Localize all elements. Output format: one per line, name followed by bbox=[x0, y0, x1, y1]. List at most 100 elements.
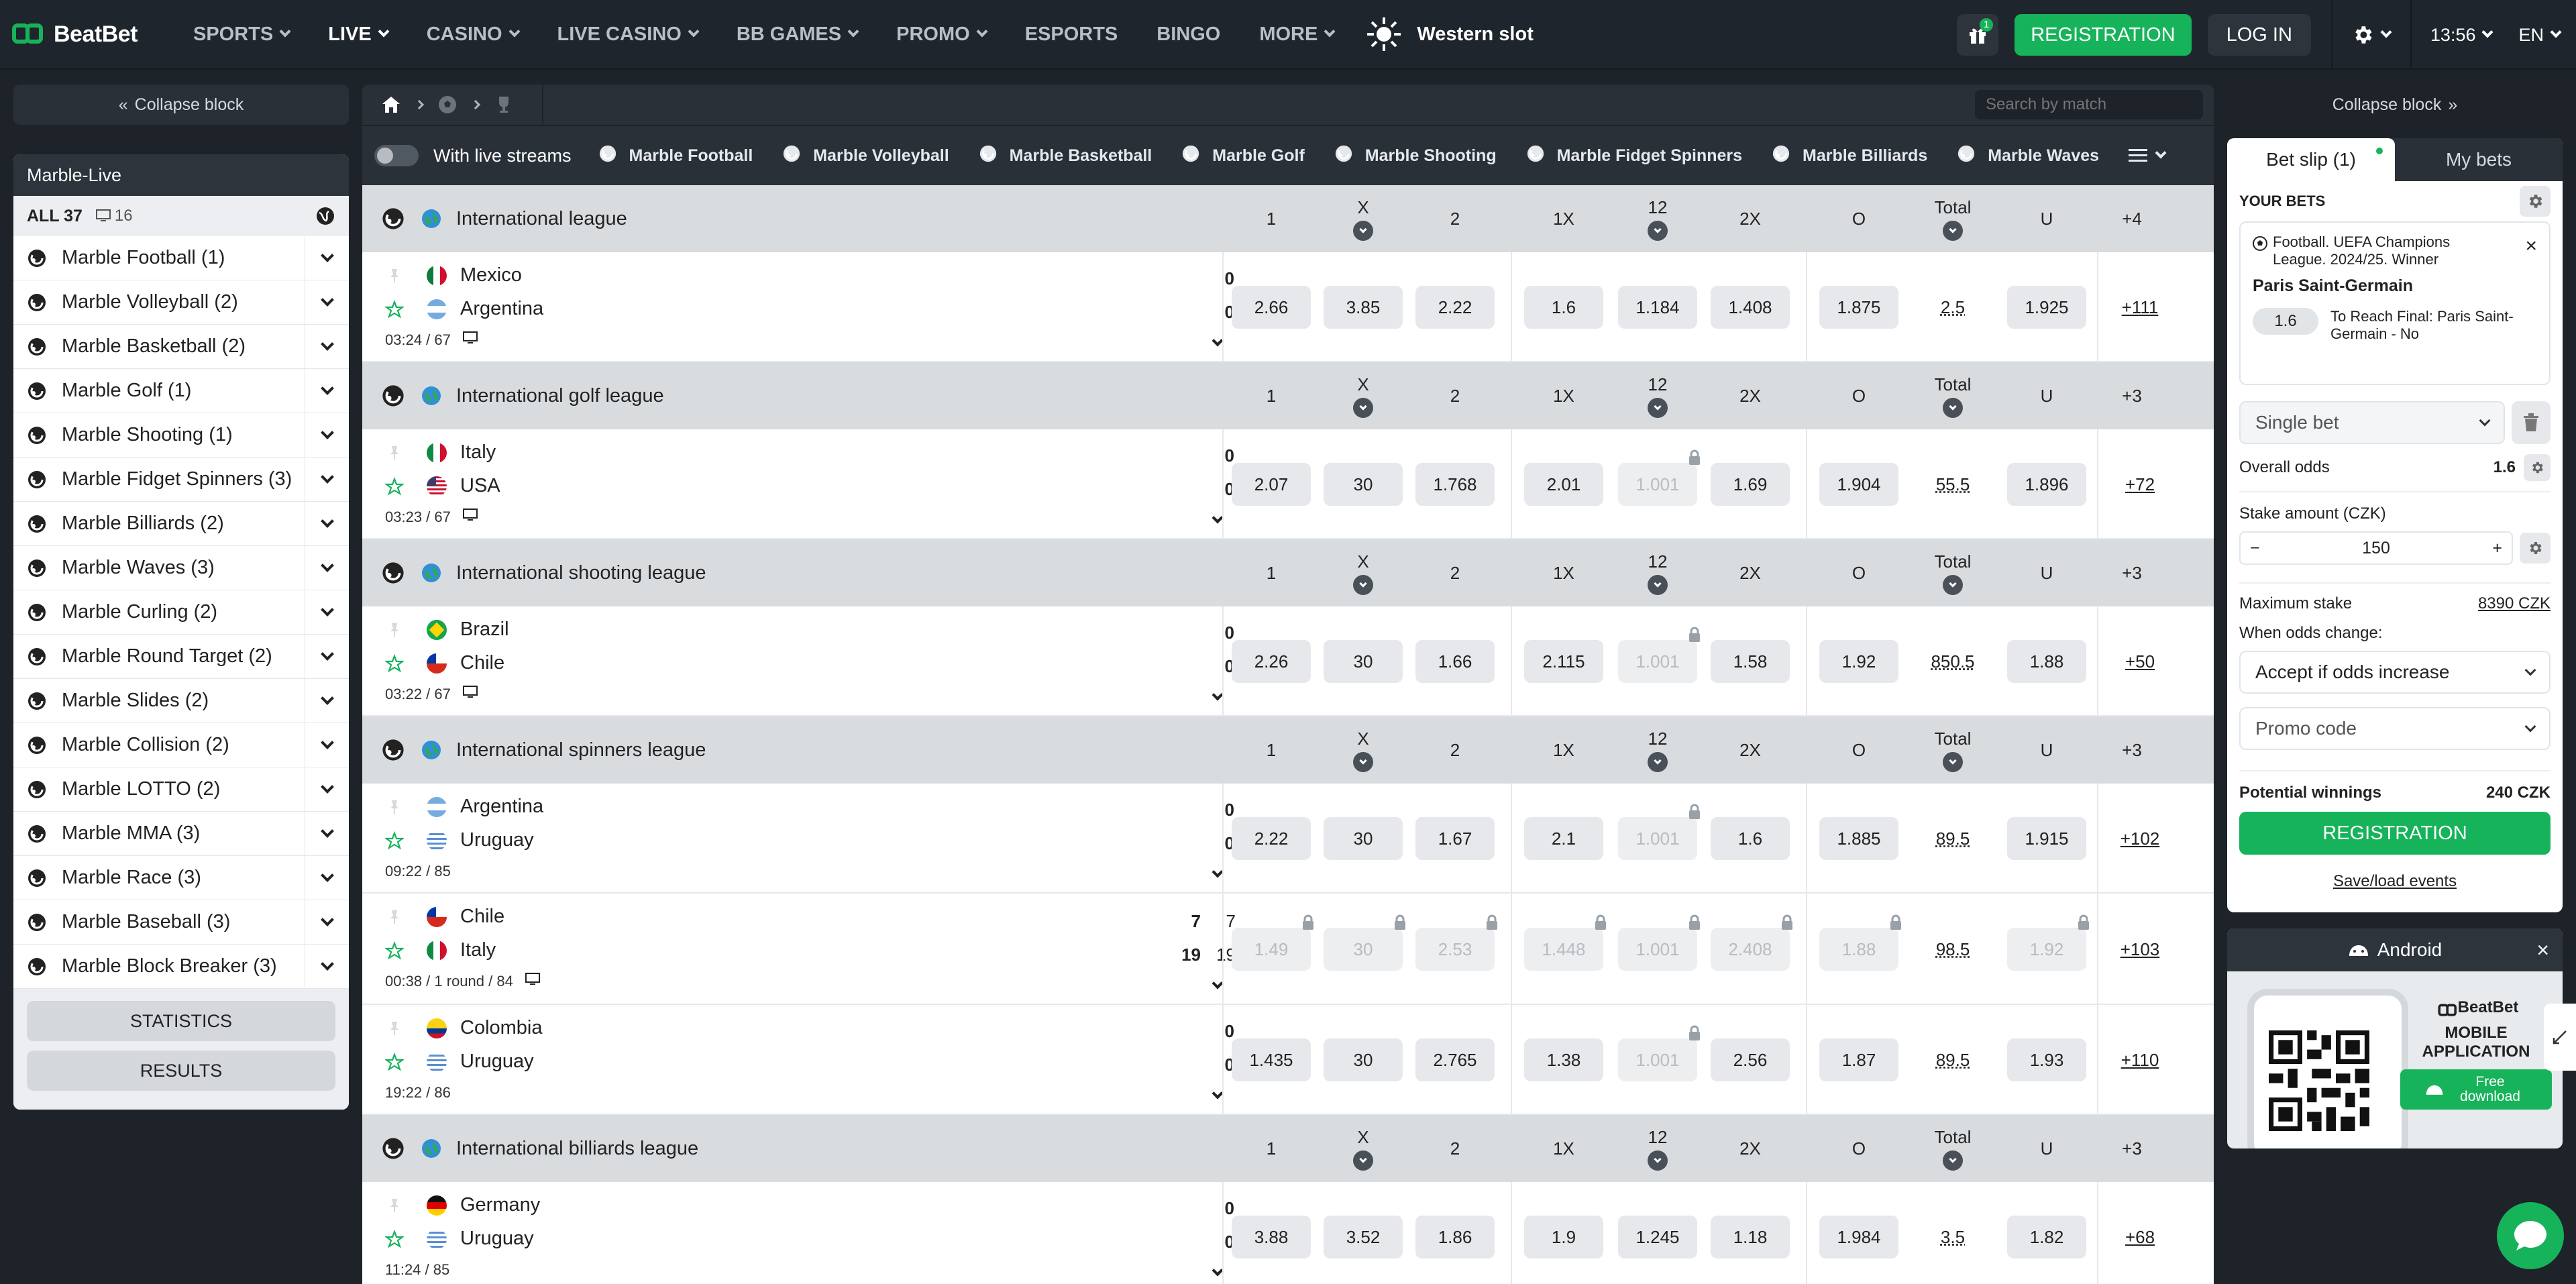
market-column-header[interactable]: 12 bbox=[1618, 539, 1697, 606]
expand-button[interactable] bbox=[305, 767, 349, 812]
sidebar-sport-item[interactable]: Marble Slides (2) bbox=[13, 678, 349, 723]
chevron-down-icon[interactable] bbox=[1353, 751, 1373, 772]
live-stream-icon[interactable] bbox=[462, 509, 478, 526]
odds-button[interactable]: 1.245 bbox=[1618, 1216, 1697, 1259]
expand-button[interactable] bbox=[305, 723, 349, 767]
market-column-header[interactable]: X bbox=[1324, 185, 1403, 252]
pin-icon[interactable] bbox=[385, 443, 404, 462]
expand-button[interactable] bbox=[305, 280, 349, 325]
odds-button[interactable]: 1.18 bbox=[1711, 1216, 1790, 1259]
total-line[interactable]: 89.5 bbox=[1913, 817, 1992, 860]
chevron-down-icon[interactable] bbox=[1943, 751, 1963, 772]
expand-button[interactable] bbox=[305, 900, 349, 945]
market-column-header[interactable]: X bbox=[1324, 539, 1403, 606]
market-column-header[interactable]: 12 bbox=[1618, 1115, 1697, 1182]
results-button[interactable]: RESULTS bbox=[27, 1051, 335, 1091]
odds-button[interactable]: 2.22 bbox=[1415, 286, 1495, 329]
qr-code[interactable] bbox=[2269, 1030, 2369, 1131]
bet-type-select[interactable]: Single bet bbox=[2239, 401, 2505, 444]
sidebar-sport-item[interactable]: Marble LOTTO (2) bbox=[13, 767, 349, 812]
market-column-header[interactable]: X bbox=[1324, 362, 1403, 429]
chevron-down-icon[interactable] bbox=[1943, 574, 1963, 595]
more-markets-link[interactable]: +110 bbox=[2106, 1038, 2174, 1081]
expand-button[interactable] bbox=[305, 457, 349, 502]
tab-marble-billiards[interactable]: Marble Billiards bbox=[1772, 144, 1927, 168]
sidebar-sport-item[interactable]: Marble Collision (2) bbox=[13, 723, 349, 767]
expand-button[interactable] bbox=[305, 678, 349, 723]
nav-item-bingo[interactable]: BINGO bbox=[1157, 23, 1220, 46]
statistics-button[interactable]: STATISTICS bbox=[27, 1001, 335, 1041]
chevron-down-icon[interactable] bbox=[1648, 220, 1668, 241]
stake-input[interactable]: − 150 + bbox=[2239, 531, 2513, 565]
star-icon[interactable] bbox=[384, 1229, 405, 1248]
sidebar-sport-item[interactable]: Marble Golf (1) bbox=[13, 368, 349, 413]
odds-button[interactable]: 1.885 bbox=[1819, 817, 1898, 860]
expand-match-button[interactable] bbox=[1208, 511, 1228, 531]
league-header[interactable]: International shooting league 1 X 2 1X 1… bbox=[362, 539, 2214, 606]
expand-button[interactable] bbox=[305, 501, 349, 546]
more-markets-link[interactable]: +103 bbox=[2106, 928, 2174, 971]
odds-button[interactable]: 1.66 bbox=[1415, 640, 1495, 683]
nav-item-bb-games[interactable]: BB GAMES bbox=[737, 23, 859, 46]
chevron-down-icon[interactable] bbox=[1943, 1150, 1963, 1171]
nav-item-esports[interactable]: ESPORTS bbox=[1025, 23, 1118, 46]
chevron-down-icon[interactable] bbox=[1648, 574, 1668, 595]
match-row[interactable]: Italy USA 0 0 03:23 / 67 2.07 30 1.768 2.0… bbox=[362, 429, 2214, 539]
tab-bet-slip[interactable]: Bet slip (1) bbox=[2227, 138, 2395, 181]
sidebar-sport-item[interactable]: Marble Billiards (2) bbox=[13, 501, 349, 546]
odds-button[interactable]: 1.58 bbox=[1711, 640, 1790, 683]
tab-marble-shooting[interactable]: Marble Shooting bbox=[1334, 144, 1497, 168]
odds-button[interactable]: 1.184 bbox=[1618, 286, 1697, 329]
market-column-header[interactable]: X bbox=[1324, 1115, 1403, 1182]
expand-match-button[interactable] bbox=[1208, 977, 1228, 997]
home-icon[interactable] bbox=[381, 95, 401, 114]
nav-item-live-casino[interactable]: LIVE CASINO bbox=[557, 23, 700, 46]
odds-button[interactable]: 2.1 bbox=[1524, 817, 1603, 860]
live-streams-toggle[interactable] bbox=[374, 145, 419, 166]
market-column-header[interactable]: Total bbox=[1913, 362, 1992, 429]
odds-button[interactable]: 30 bbox=[1324, 817, 1403, 860]
odds-button[interactable]: 1.69 bbox=[1711, 463, 1790, 506]
chevron-down-icon[interactable] bbox=[1943, 397, 1963, 418]
match-row[interactable]: Germany Uruguay 0 0 11:24 / 85 3.88 3.52 1… bbox=[362, 1182, 2214, 1284]
tab-marble-basketball[interactable]: Marble Basketball bbox=[979, 144, 1152, 168]
pin-icon[interactable] bbox=[385, 798, 404, 816]
sidebar-sport-item[interactable]: Marble Race (3) bbox=[13, 855, 349, 900]
trophy-icon[interactable] bbox=[494, 95, 514, 115]
odds-button[interactable]: 2.765 bbox=[1415, 1038, 1495, 1081]
market-column-header[interactable]: 12 bbox=[1618, 716, 1697, 784]
total-line[interactable]: 2.5 bbox=[1913, 286, 1992, 329]
chat-button[interactable] bbox=[2497, 1202, 2564, 1269]
star-icon[interactable] bbox=[384, 831, 405, 850]
stake-settings-button[interactable] bbox=[2520, 533, 2551, 564]
odds-button[interactable]: 1.768 bbox=[1415, 463, 1495, 506]
odds-button[interactable]: 2.07 bbox=[1232, 463, 1311, 506]
betslip-registration-button[interactable]: REGISTRATION bbox=[2239, 812, 2551, 855]
total-line[interactable]: 89.5 bbox=[1913, 1038, 1992, 1081]
login-button[interactable]: LOG IN bbox=[2207, 14, 2311, 56]
market-column-header[interactable]: Total bbox=[1913, 539, 1992, 606]
sidebar-sport-item[interactable]: Marble Waves (3) bbox=[13, 545, 349, 590]
sidebar-sport-item[interactable]: Marble Baseball (3) bbox=[13, 900, 349, 945]
soccer-ball-icon[interactable] bbox=[437, 95, 458, 115]
nav-item-sports[interactable]: SPORTS bbox=[193, 23, 291, 46]
more-markets-link[interactable]: +111 bbox=[2106, 286, 2174, 329]
side-tab-button[interactable] bbox=[2544, 1004, 2576, 1071]
expand-button[interactable] bbox=[305, 235, 349, 280]
free-download-button[interactable]: Free download bbox=[2400, 1069, 2552, 1110]
expand-button[interactable] bbox=[305, 855, 349, 900]
odds-button[interactable]: 1.6 bbox=[1524, 286, 1603, 329]
plus-icon[interactable]: + bbox=[2492, 539, 2502, 558]
star-icon[interactable] bbox=[384, 476, 405, 496]
registration-button[interactable]: REGISTRATION bbox=[2015, 14, 2192, 56]
league-header[interactable]: International golf league 1 X 2 1X 12 2X… bbox=[362, 362, 2214, 429]
promo-code-select[interactable]: Promo code bbox=[2239, 707, 2551, 750]
left-collapse-button[interactable]: « Collapse block bbox=[13, 85, 349, 125]
market-column-header[interactable]: 12 bbox=[1618, 185, 1697, 252]
chevron-down-icon[interactable] bbox=[1353, 1150, 1373, 1171]
sidebar-sport-item[interactable]: Marble Fidget Spinners (3) bbox=[13, 457, 349, 502]
odds-button[interactable]: 1.6 bbox=[1711, 817, 1790, 860]
odds-button[interactable]: 3.88 bbox=[1232, 1216, 1311, 1259]
odds-button[interactable]: 1.82 bbox=[2007, 1216, 2086, 1259]
nav-item-live[interactable]: LIVE bbox=[328, 23, 390, 46]
